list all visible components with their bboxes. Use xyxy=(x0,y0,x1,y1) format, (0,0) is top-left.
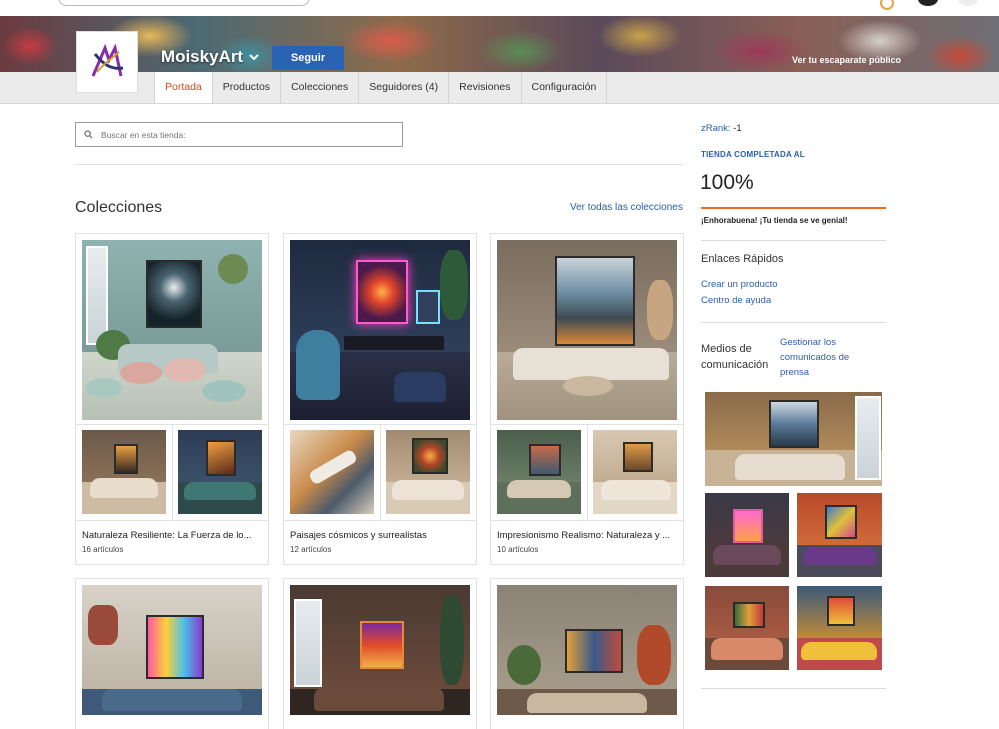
divider xyxy=(75,164,683,165)
collection-card[interactable]: Naturaleza Resiliente: La Fuerza de lo..… xyxy=(75,233,269,565)
store-search[interactable] xyxy=(75,122,403,147)
collection-count: 12 artículos xyxy=(290,545,332,554)
tab-revisiones[interactable]: Revisiones xyxy=(449,72,522,103)
quick-links-title: Enlaces Rápidos xyxy=(701,253,784,265)
collection-cover-image[interactable] xyxy=(497,585,677,715)
tab-productos[interactable]: Productos xyxy=(213,72,282,103)
collection-thumb[interactable] xyxy=(82,430,166,514)
collection-card[interactable] xyxy=(283,578,477,729)
zrank-value: -1 xyxy=(733,123,742,134)
collection-cover-image[interactable] xyxy=(82,585,262,715)
collection-card[interactable]: Impresionismo Realismo: Naturaleza y ...… xyxy=(490,233,684,565)
manage-press-releases-link[interactable]: Gestionar los comunicados de prensa xyxy=(780,335,880,380)
collection-title[interactable]: Impresionismo Realismo: Naturaleza y ... xyxy=(497,530,679,541)
media-image[interactable] xyxy=(797,493,882,577)
collection-title[interactable]: Naturaleza Resiliente: La Fuerza de lo..… xyxy=(82,530,264,541)
divider xyxy=(701,688,886,689)
store-name: MoiskyArt xyxy=(160,47,244,66)
create-product-link[interactable]: Crear un producto xyxy=(701,279,778,290)
collection-cover-image[interactable] xyxy=(290,240,470,420)
collection-thumb[interactable] xyxy=(178,430,262,514)
collection-thumb[interactable] xyxy=(593,430,677,514)
tab-portada[interactable]: Portada xyxy=(154,72,213,103)
media-image[interactable] xyxy=(705,392,882,486)
collection-thumb[interactable] xyxy=(290,430,374,514)
store-completion-label: TIENDA COMPLETADA AL xyxy=(701,150,805,159)
collection-cover-image[interactable] xyxy=(497,240,677,420)
search-icon xyxy=(84,130,93,139)
view-public-storefront-link[interactable]: Ver tu escaparate público xyxy=(792,55,901,65)
divider xyxy=(701,322,886,323)
store-logo[interactable] xyxy=(76,31,138,93)
see-all-collections-link[interactable]: Ver todas las colecciones xyxy=(570,202,683,213)
chevron-down-icon[interactable] xyxy=(249,50,259,64)
global-search-edge[interactable] xyxy=(58,0,310,6)
collection-thumb[interactable] xyxy=(497,430,581,514)
store-completion-progress xyxy=(701,207,886,209)
follow-button[interactable]: Seguir xyxy=(272,46,344,70)
collection-count: 10 artículos xyxy=(497,545,539,554)
media-image[interactable] xyxy=(705,493,789,577)
collection-thumb[interactable] xyxy=(386,430,470,514)
tab-colecciones[interactable]: Colecciones xyxy=(281,72,360,103)
pin-icon[interactable]: ✎ xyxy=(146,49,157,65)
tab-configuracion[interactable]: Configuración xyxy=(522,72,608,103)
store-nav: Portada Productos Colecciones Seguidores… xyxy=(0,72,999,104)
top-strip xyxy=(0,0,999,16)
help-center-link[interactable]: Centro de ayuda xyxy=(701,295,771,306)
zrank-label: zRank: xyxy=(701,123,731,134)
collection-card[interactable] xyxy=(75,578,269,729)
media-title: Medios de comunicación xyxy=(701,343,769,371)
store-completion-percent: 100% xyxy=(700,171,754,194)
store-name-block[interactable]: ✎ MoiskyArt xyxy=(146,47,259,67)
collection-card[interactable] xyxy=(490,578,684,729)
collection-card[interactable]: Paisajes cósmicos y surrealistas 12 artí… xyxy=(283,233,477,565)
zrank[interactable]: zRank: -1 xyxy=(701,123,742,134)
media-image[interactable] xyxy=(705,586,789,670)
collection-count: 16 artículos xyxy=(82,545,124,554)
collection-cover-image[interactable] xyxy=(290,585,470,715)
cart-icon[interactable] xyxy=(958,0,978,6)
divider xyxy=(701,240,886,241)
collections-title: Colecciones xyxy=(75,199,163,216)
collection-title[interactable]: Paisajes cósmicos y surrealistas xyxy=(290,530,472,541)
collection-cover-image[interactable] xyxy=(82,240,262,420)
congrats-message: ¡Enhorabuena! ¡Tu tienda se ve genial! xyxy=(701,216,848,225)
search-input[interactable] xyxy=(99,128,393,141)
avatar[interactable] xyxy=(918,0,938,6)
notification-icon[interactable] xyxy=(880,0,894,10)
media-image[interactable] xyxy=(797,586,882,670)
tab-seguidores[interactable]: Seguidores (4) xyxy=(359,72,450,103)
